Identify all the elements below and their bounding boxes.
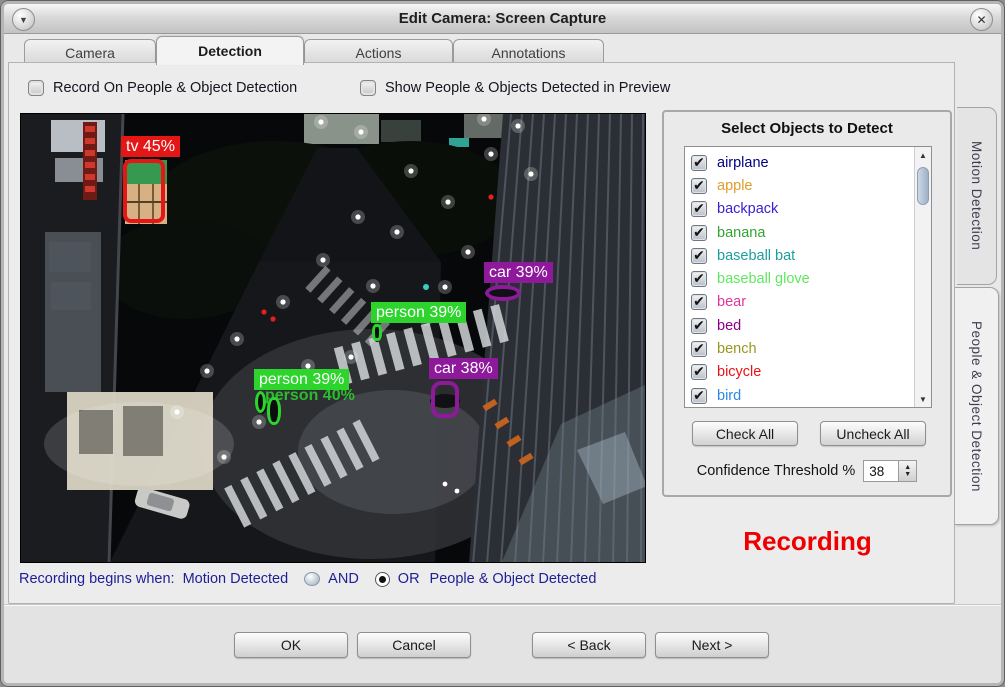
object-label: bird — [717, 387, 742, 404]
show-detected-checkbox[interactable] — [360, 80, 376, 96]
object-item[interactable]: ✔ airplane — [691, 151, 914, 174]
object-label: bed — [717, 317, 742, 334]
object-checkbox[interactable]: ✔ — [691, 387, 707, 404]
object-label: baseball bat — [717, 247, 796, 264]
close-icon: ✕ — [976, 12, 987, 27]
ok-button[interactable]: OK — [234, 632, 348, 658]
record-on-detection-checkbox[interactable] — [28, 80, 44, 96]
recording-rule-prefix: Recording begins when: — [19, 571, 175, 587]
object-label: backpack — [717, 201, 779, 218]
detection-box-person-left-2 — [267, 397, 281, 425]
object-checkbox[interactable]: ✔ — [691, 364, 707, 381]
confidence-threshold-spinner[interactable]: ▲ ▼ — [899, 460, 918, 482]
object-item[interactable]: ✔ bird — [691, 384, 914, 407]
object-checkbox[interactable]: ✔ — [691, 224, 707, 241]
object-item[interactable]: ✔ backpack — [691, 198, 914, 221]
chevron-down-icon: ▼ — [19, 14, 28, 25]
object-checkbox[interactable]: ✔ — [691, 201, 707, 218]
record-on-detection-option: Record On People & Object Detection — [28, 80, 297, 96]
and-radio-label: AND — [328, 571, 359, 587]
object-item[interactable]: ✔ banana — [691, 221, 914, 244]
object-checkbox[interactable]: ✔ — [691, 177, 707, 194]
select-objects-groupbox: Select Objects to Detect ✔ airplane ✔ apple… — [662, 110, 952, 497]
confidence-threshold-label: Confidence Threshold % — [696, 463, 856, 479]
scrollbar-thumb[interactable] — [917, 167, 929, 205]
uncheck-all-button[interactable]: Uncheck All — [820, 421, 926, 446]
object-item[interactable]: ✔ bear — [691, 291, 914, 314]
object-item[interactable]: ✔ baseball glove — [691, 267, 914, 290]
edit-camera-dialog: ▼ Edit Camera: Screen Capture ✕ Camera D… — [0, 0, 1005, 687]
tab-bar: Camera Detection Actions Annotations — [24, 36, 604, 65]
tab-detection[interactable]: Detection — [156, 36, 304, 65]
object-item[interactable]: ✔ bench — [691, 337, 914, 360]
arrow-down-icon: ▼ — [919, 394, 927, 404]
object-checkbox[interactable]: ✔ — [691, 294, 707, 311]
detection-label-car-39: car 39% — [484, 262, 553, 283]
select-objects-title: Select Objects to Detect — [721, 120, 893, 137]
next-button[interactable]: Next > — [655, 632, 769, 658]
show-detected-label: Show People & Objects Detected in Previe… — [385, 80, 671, 96]
object-label: apple — [717, 177, 753, 194]
camera-scene-svg — [21, 114, 645, 562]
object-item[interactable]: ✔ apple — [691, 174, 914, 197]
arrow-up-icon: ▲ — [919, 150, 927, 160]
detection-label-person-39-center: person 39% — [371, 302, 467, 323]
cancel-button[interactable]: Cancel — [357, 632, 471, 658]
recording-rule-motion: Motion Detected — [182, 571, 289, 587]
record-on-detection-label: Record On People & Object Detection — [53, 80, 298, 96]
back-button[interactable]: < Back — [532, 632, 646, 658]
object-item[interactable]: ✔ baseball bat — [691, 244, 914, 267]
object-label: bicycle — [717, 364, 762, 381]
detection-box-car-39 — [485, 285, 521, 301]
detection-box-car-38 — [431, 381, 459, 418]
or-radio[interactable] — [374, 571, 390, 587]
object-checkbox[interactable]: ✔ — [691, 317, 707, 334]
detection-label-car-38: car 38% — [429, 358, 498, 379]
side-tab-people-object-detection[interactable]: People & Object Detection — [955, 287, 999, 525]
object-checkbox[interactable]: ✔ — [691, 271, 707, 288]
recording-status: Recording — [743, 526, 872, 556]
footer-bar: OK Cancel < Back Next > — [4, 604, 1001, 683]
scroll-down-button[interactable]: ▼ — [915, 391, 931, 407]
close-button[interactable]: ✕ — [970, 8, 993, 31]
detection-box-tv — [123, 159, 165, 223]
object-label: airplane — [717, 154, 769, 171]
title-bar: ▼ Edit Camera: Screen Capture ✕ — [4, 4, 1001, 34]
object-label: bear — [717, 294, 747, 311]
detection-label-tv: tv 45% — [121, 136, 180, 157]
scroll-up-button[interactable]: ▲ — [915, 147, 931, 163]
object-label: banana — [717, 224, 766, 241]
confidence-threshold-field[interactable]: 38 — [863, 460, 900, 482]
object-label: bench — [717, 341, 757, 358]
camera-preview: tv 45% car 39% person 39% person 39% per… — [20, 113, 646, 563]
object-checkbox[interactable]: ✔ — [691, 247, 707, 264]
objects-listbox: ✔ airplane ✔ apple ✔ backpack ✔ banana ✔ baseball… — [684, 146, 932, 408]
show-detected-option: Show People & Objects Detected in Previe… — [360, 80, 670, 96]
detection-box-person-39-center — [372, 324, 382, 341]
spinner-down-icon: ▼ — [904, 471, 912, 478]
object-item[interactable]: ✔ bed — [691, 314, 914, 337]
object-item[interactable]: ✔ bicycle — [691, 361, 914, 384]
window-menu-button[interactable]: ▼ — [12, 8, 35, 31]
window-title: Edit Camera: Screen Capture — [398, 10, 607, 27]
recording-rule-row: Recording begins when: Motion Detected A… — [19, 571, 596, 587]
object-checkbox[interactable]: ✔ — [691, 341, 707, 358]
objects-list-scrollbar[interactable]: ▲ ▼ — [914, 147, 931, 407]
or-radio-label: OR — [397, 571, 420, 587]
object-checkbox[interactable]: ✔ — [691, 154, 707, 171]
objects-list-items: ✔ airplane ✔ apple ✔ backpack ✔ banana ✔ baseball… — [685, 147, 914, 407]
confidence-threshold-row: Confidence Threshold % 38 ▲ ▼ — [664, 460, 950, 482]
and-radio[interactable] — [304, 572, 321, 586]
side-tab-motion-detection[interactable]: Motion Detection — [957, 107, 997, 285]
detection-box-person-left-1 — [255, 391, 266, 413]
check-all-button[interactable]: Check All — [692, 421, 798, 446]
spinner-up-icon: ▲ — [904, 464, 912, 471]
recording-rule-people: People & Object Detected — [429, 571, 597, 587]
object-label: baseball glove — [717, 271, 810, 288]
